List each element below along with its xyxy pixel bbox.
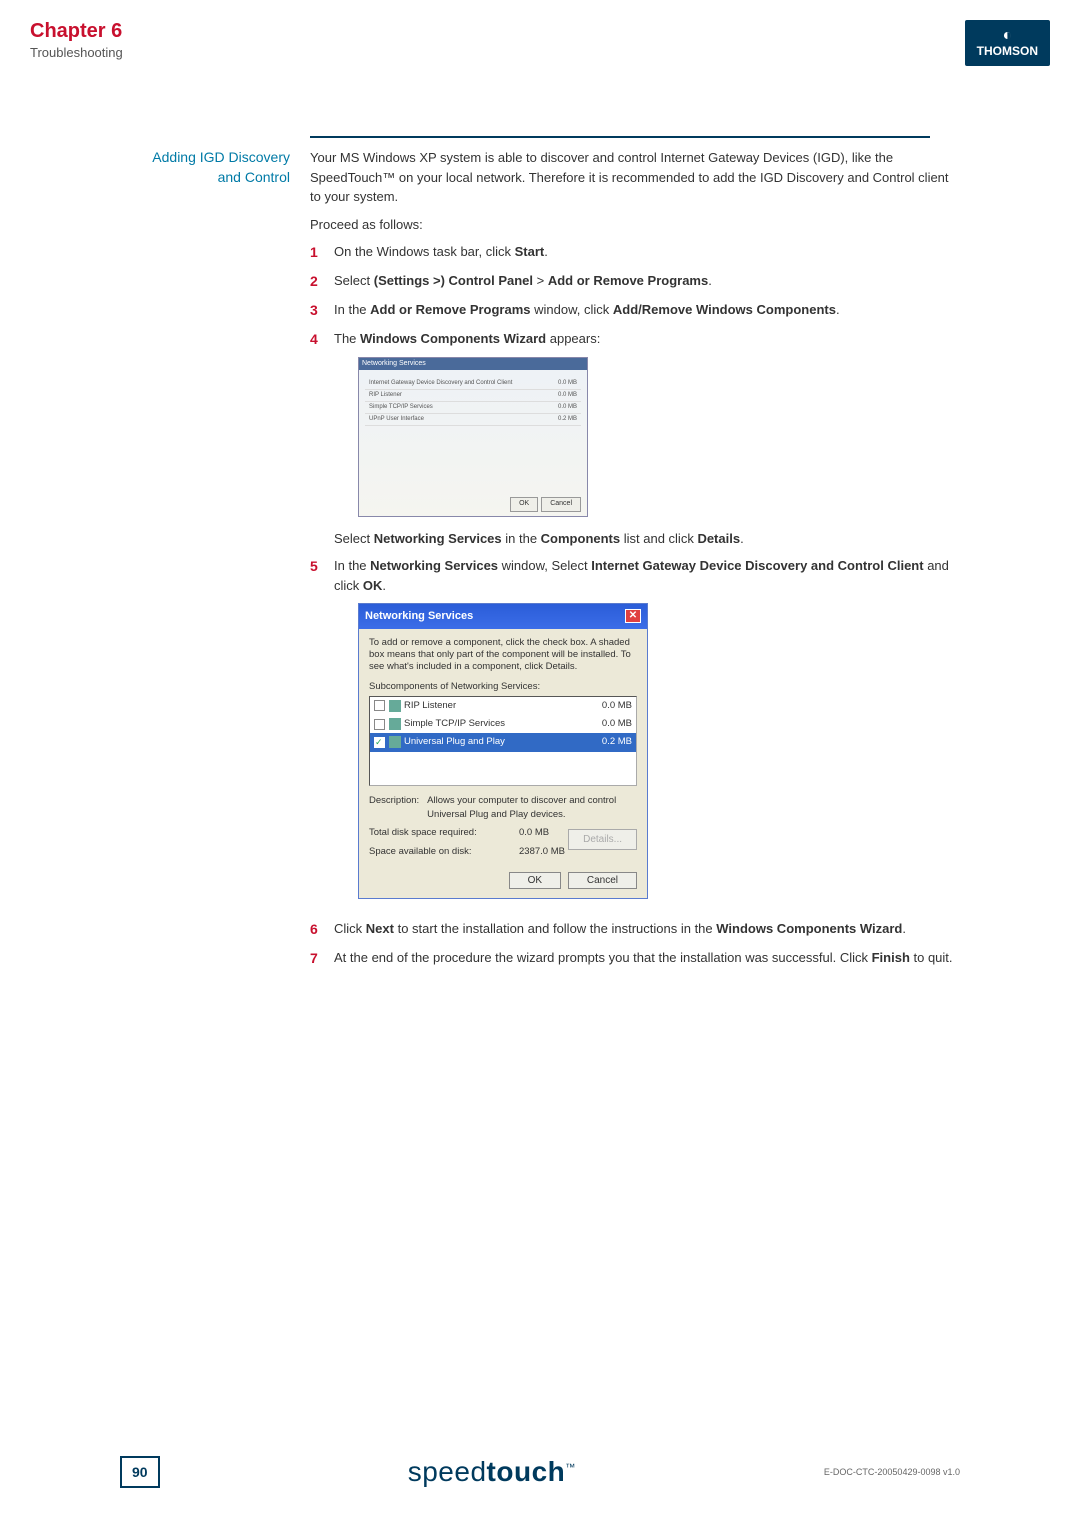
wizard-row: UPnP User Interface0.2 MB xyxy=(365,414,581,426)
cancel-button[interactable]: Cancel xyxy=(568,872,637,889)
main-column: Your MS Windows XP system is able to dis… xyxy=(310,148,960,977)
thomson-logo: ◐ THOMSON xyxy=(965,20,1050,66)
total-space-label: Total disk space required: xyxy=(369,826,519,840)
step-4: 4 The Windows Components Wizard appears:… xyxy=(310,329,960,548)
checkbox-icon[interactable] xyxy=(374,737,385,748)
cancel-button[interactable]: Cancel xyxy=(541,497,581,512)
subcomponents-label: Subcomponents of Networking Services: xyxy=(369,680,637,694)
globe-icon: ◐ xyxy=(977,28,1038,44)
chapter-block: Chapter 6 Troubleshooting xyxy=(30,20,123,60)
close-icon[interactable]: ✕ xyxy=(625,609,641,623)
chapter-subtitle: Troubleshooting xyxy=(30,45,123,60)
figure-wizard-small: Networking Services Internet Gateway Dev… xyxy=(358,357,960,517)
intro-paragraph: Your MS Windows XP system is able to dis… xyxy=(310,148,960,207)
page-footer: 90 speedtouch™ E-DOC-CTC-20050429-0098 v… xyxy=(0,1456,1080,1488)
subcomponents-list: RIP Listener 0.0 MB Simple TCP/IP Servic… xyxy=(369,696,637,786)
wizard-small-dialog: Networking Services Internet Gateway Dev… xyxy=(358,357,588,517)
figure-networking-services: Networking Services ✕ To add or remove a… xyxy=(358,603,960,899)
dialog-titlebar: Networking Services ✕ xyxy=(359,604,647,629)
avail-space-value: 2387.0 MB xyxy=(519,845,565,859)
step-2: 2 Select (Settings >) Control Panel > Ad… xyxy=(310,271,960,292)
content-area: Adding IGD Discovery and Control Your MS… xyxy=(0,148,1080,977)
ok-button[interactable]: OK xyxy=(509,872,561,889)
total-space-value: 0.0 MB xyxy=(519,826,549,840)
component-icon xyxy=(389,736,401,748)
component-icon xyxy=(389,718,401,730)
step-6: 6 Click Next to start the installation a… xyxy=(310,919,960,940)
page-number: 90 xyxy=(120,1456,160,1488)
section-side-label: Adding IGD Discovery and Control xyxy=(120,148,310,977)
description-text: Allows your computer to discover and con… xyxy=(427,794,637,823)
step-5: 5 In the Networking Services window, Sel… xyxy=(310,556,960,911)
dialog-description: To add or remove a component, click the … xyxy=(369,637,637,674)
wizard-row: Simple TCP/IP Services0.0 MB xyxy=(365,402,581,414)
step-1: 1 On the Windows task bar, click Start. xyxy=(310,242,960,263)
component-icon xyxy=(389,700,401,712)
steps-list: 1 On the Windows task bar, click Start. … xyxy=(310,242,960,969)
speedtouch-logo: speedtouch™ xyxy=(160,1456,824,1488)
list-item[interactable]: RIP Listener 0.0 MB xyxy=(370,697,636,715)
dialog-titlebar: Networking Services xyxy=(359,358,587,370)
checkbox-icon[interactable] xyxy=(374,719,385,730)
document-reference: E-DOC-CTC-20050429-0098 v1.0 xyxy=(824,1467,960,1477)
page-header: Chapter 6 Troubleshooting ◐ THOMSON xyxy=(0,0,1080,76)
checkbox-icon[interactable] xyxy=(374,700,385,711)
logo-text: THOMSON xyxy=(977,44,1038,58)
step-7: 7 At the end of the procedure the wizard… xyxy=(310,948,960,969)
list-item[interactable]: Universal Plug and Play 0.2 MB xyxy=(370,733,636,751)
wizard-row: Internet Gateway Device Discovery and Co… xyxy=(365,378,581,390)
description-label: Description: xyxy=(369,794,419,823)
avail-space-label: Space available on disk: xyxy=(369,845,519,859)
chapter-title: Chapter 6 xyxy=(30,20,123,43)
list-item[interactable]: Simple TCP/IP Services 0.0 MB xyxy=(370,715,636,733)
details-button[interactable]: Details... xyxy=(568,829,637,850)
section-rule xyxy=(310,136,930,138)
networking-services-dialog: Networking Services ✕ To add or remove a… xyxy=(358,603,648,899)
ok-button[interactable]: OK xyxy=(510,497,538,512)
step-3: 3 In the Add or Remove Programs window, … xyxy=(310,300,960,321)
proceed-label: Proceed as follows: xyxy=(310,215,960,235)
wizard-row: RIP Listener0.0 MB xyxy=(365,390,581,402)
